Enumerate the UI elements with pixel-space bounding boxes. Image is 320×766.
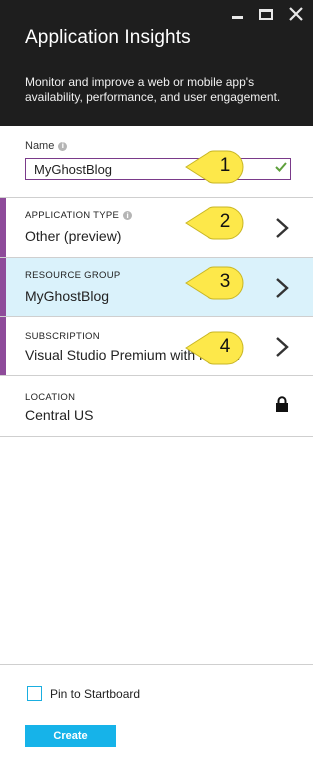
callout-4-number: 4 — [219, 336, 231, 357]
name-section: Name i — [0, 126, 313, 198]
subscription-row[interactable]: SUBSCRIPTION Visual Studio Premium with … — [0, 317, 313, 376]
lock-icon — [276, 396, 288, 412]
callout-1-number: 1 — [219, 155, 231, 176]
pin-to-startboard-checkbox[interactable] — [27, 686, 42, 701]
name-input[interactable] — [25, 158, 291, 180]
blade-title: Application Insights — [25, 27, 191, 48]
blade-footer: Pin to Startboard Create — [0, 664, 313, 766]
minimize-icon[interactable] — [228, 6, 246, 22]
callout-2: 2 — [185, 206, 244, 240]
maximize-icon[interactable] — [257, 6, 275, 22]
close-icon[interactable] — [287, 6, 305, 22]
resource-group-value: MyGhostBlog — [25, 288, 110, 304]
chevron-right-icon[interactable] — [274, 217, 290, 239]
location-row: LOCATION Central US — [0, 376, 313, 437]
pin-to-startboard-label[interactable]: Pin to Startboard — [50, 687, 140, 701]
required-indicator — [0, 317, 6, 375]
checkmark-icon — [275, 162, 287, 172]
chevron-right-icon[interactable] — [274, 336, 290, 358]
callout-4: 4 — [185, 331, 244, 365]
info-icon[interactable]: i — [123, 211, 133, 220]
required-indicator — [0, 258, 6, 316]
name-label: Name — [25, 140, 55, 152]
create-button[interactable]: Create — [25, 725, 116, 747]
blade-subtitle: Monitor and improve a web or mobile app'… — [25, 75, 281, 104]
name-label-row: Name i — [25, 140, 68, 152]
application-type-label-row: APPLICATION TYPE i — [25, 210, 133, 221]
resource-group-label: RESOURCE GROUP — [25, 270, 121, 281]
callout-1: 1 — [185, 150, 244, 184]
resource-group-row[interactable]: RESOURCE GROUP MyGhostBlog — [0, 258, 313, 317]
location-value: Central US — [25, 407, 94, 423]
application-type-row[interactable]: APPLICATION TYPE i Other (preview) — [0, 198, 313, 258]
subscription-label: SUBSCRIPTION — [25, 331, 100, 342]
chevron-right-icon[interactable] — [274, 277, 290, 299]
blade-header: Application Insights Monitor and improve… — [0, 0, 313, 126]
info-icon[interactable]: i — [58, 141, 68, 151]
application-type-value: Other (preview) — [25, 228, 122, 244]
callout-2-number: 2 — [219, 211, 231, 232]
required-indicator — [0, 198, 6, 257]
location-label: LOCATION — [25, 392, 76, 403]
callout-3: 3 — [185, 266, 244, 300]
callout-3-number: 3 — [219, 271, 231, 292]
application-type-label: APPLICATION TYPE — [25, 210, 120, 221]
